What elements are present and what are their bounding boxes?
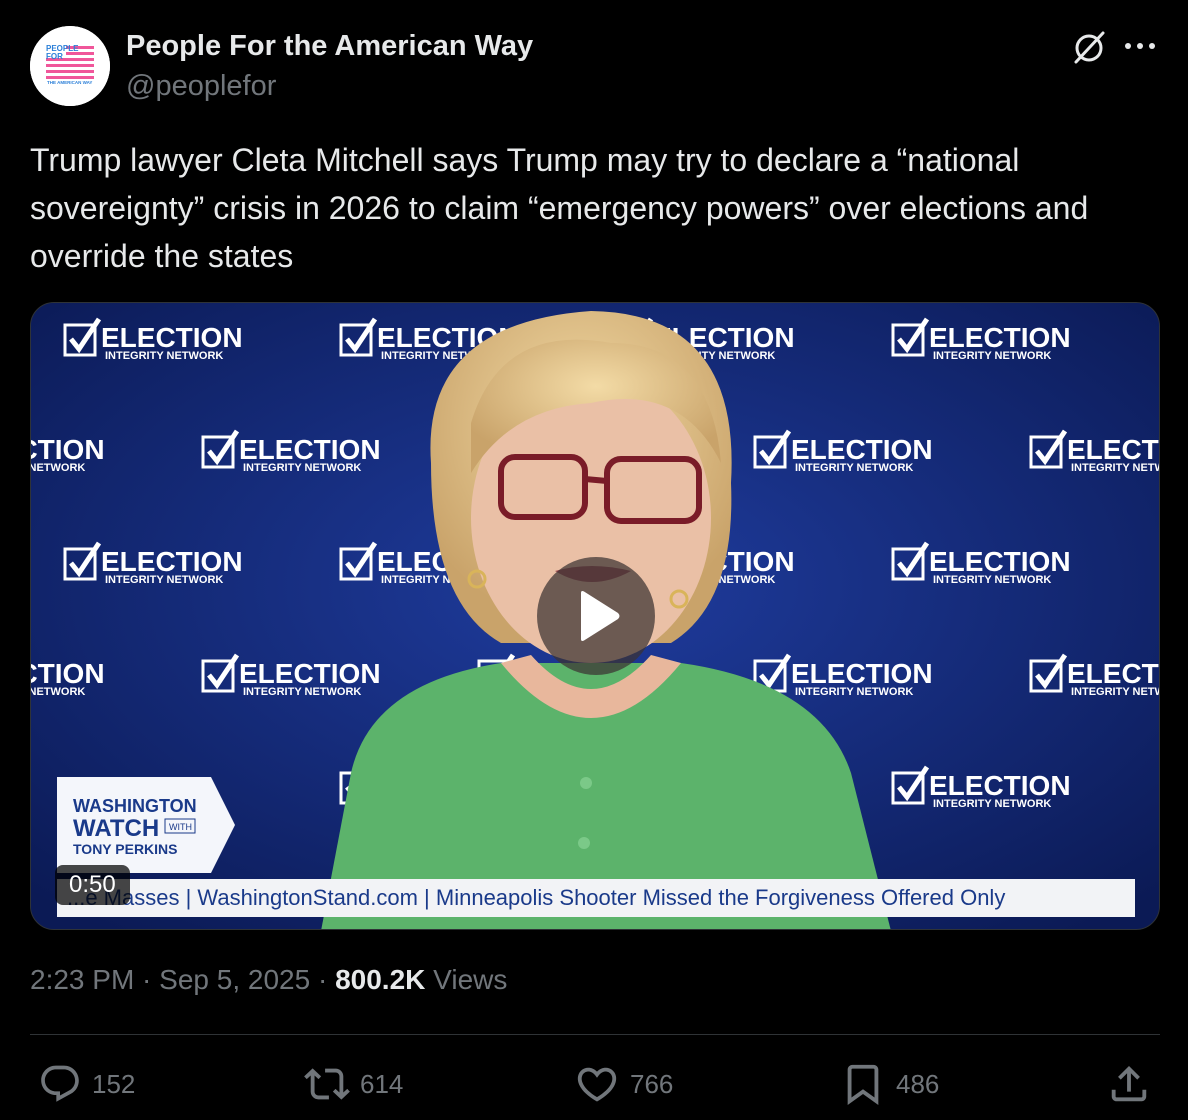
play-button[interactable] (537, 557, 655, 675)
avatar-logo-line-2: FOR (46, 52, 63, 61)
lower-third-title-2: WATCH (73, 815, 159, 842)
share-button[interactable] (1106, 1062, 1152, 1106)
backdrop-logo: ELECTIONINTEGRITY NETWORK (1029, 653, 1160, 698)
backdrop-logo-subtitle: INTEGRITY NETWORK (105, 574, 223, 586)
like-count: 766 (630, 1068, 674, 1099)
backdrop-logo-title: ELECTION (929, 546, 1071, 577)
share-icon (1111, 1065, 1147, 1102)
backdrop-logo-subtitle: INTEGRITY NETWORK (933, 350, 1051, 362)
backdrop-logo-title: ELECTION (791, 658, 933, 689)
views-count: 800.2K (335, 964, 426, 995)
backdrop-logo-subtitle: INTEGRITY NETWORK (1071, 462, 1160, 474)
reply-count: 152 (92, 1068, 136, 1099)
play-icon (581, 591, 620, 641)
backdrop-logo-title: ELECTION (239, 434, 381, 465)
backdrop-logo-title: ELECTION (239, 658, 381, 689)
meta-separator: · (310, 964, 336, 995)
avatar-logo-line-3: THE AMERICAN WAY (47, 80, 92, 85)
grok-icon[interactable] (1070, 28, 1110, 68)
author-handle[interactable]: @peoplefor (126, 70, 276, 103)
author-display-name[interactable]: People For the American Way (126, 30, 533, 63)
more-icon[interactable] (1120, 28, 1160, 68)
tweet-date[interactable]: Sep 5, 2025 (159, 964, 310, 995)
backdrop-logo-subtitle: INTEGRITY NETWORK (243, 686, 361, 698)
lower-third-title-1: WASHINGTON (73, 796, 197, 816)
video-duration: 0:50 (55, 865, 130, 905)
bookmark-button[interactable]: 486 (840, 1062, 939, 1106)
backdrop-logo-title: ELECTION (929, 770, 1071, 801)
avatar[interactable]: PEOPLE FOR THE AMERICAN WAY (30, 26, 110, 106)
backdrop-logo-title: ELECTION (929, 322, 1071, 353)
backdrop-logo-subtitle: INTEGRITY NETWORK (795, 686, 913, 698)
backdrop-logo-subtitle: INTEGRITY NETWORK (1071, 686, 1160, 698)
backdrop-logo-title: ELECTION (791, 434, 933, 465)
lower-third-with: WITH (169, 822, 192, 832)
backdrop-logo-title: ELECTION (31, 434, 105, 465)
tweet-time[interactable]: 2:23 PM (30, 964, 134, 995)
backdrop-logo-title: ELECTION (101, 322, 243, 353)
views-label: Views (433, 964, 508, 995)
reply-icon (41, 1065, 79, 1102)
backdrop-logo-subtitle: INTEGRITY NETWORK (243, 462, 361, 474)
backdrop-logo-title: ELECTION (101, 546, 243, 577)
lower-third-banner: WASHINGTON WATCH WITH TONY PERKINS (57, 777, 235, 873)
backdrop-logo-subtitle: INTEGRITY NETWORK (933, 798, 1051, 810)
avatar-logo: PEOPLE FOR THE AMERICAN WAY (30, 26, 110, 106)
like-button[interactable]: 766 (574, 1062, 673, 1106)
video-player[interactable]: ELECTION INTEGRITY NETWORK ELECTION INTEGRI… (30, 302, 1160, 930)
divider (30, 1034, 1160, 1035)
backdrop-logo-subtitle: INTEGRITY NETWORK (795, 462, 913, 474)
tweet-text: Trump lawyer Cleta Mitchell says Trump m… (30, 142, 1089, 274)
repost-button[interactable]: 614 (304, 1062, 403, 1106)
like-icon (577, 1067, 617, 1102)
backdrop-logo-title: ELECTION (1067, 434, 1160, 465)
ticker-text: ...e Masses | WashingtonStand.com | Minn… (67, 885, 1005, 910)
tweet-header: PEOPLE FOR THE AMERICAN WAY People For t… (30, 26, 1160, 106)
backdrop-logo-subtitle: INTEGRITY NETWORK (105, 350, 223, 362)
bookmark-count: 486 (896, 1068, 940, 1099)
backdrop-logo-subtitle: INTEGRITY NETWORK (933, 574, 1051, 586)
tweet-meta: 2:23 PM · Sep 5, 2025 · 800.2K Views (30, 964, 507, 996)
backdrop-logo-subtitle: INTEGRITY NETWORK (31, 686, 85, 698)
meta-separator: · (134, 964, 160, 995)
repost-icon (304, 1068, 350, 1100)
repost-count: 614 (360, 1068, 404, 1099)
backdrop-logo-title: ELECTION (1067, 658, 1160, 689)
bookmark-icon (847, 1064, 879, 1105)
backdrop-logo-title: ELECTION (31, 658, 105, 689)
news-ticker: ...e Masses | WashingtonStand.com | Minn… (57, 879, 1135, 917)
reply-button[interactable]: 152 (38, 1062, 135, 1106)
backdrop-logo-subtitle: INTEGRITY NETWORK (31, 462, 85, 474)
backdrop-logo: ELECTIONINTEGRITY NETWORK (1029, 429, 1160, 474)
lower-third-host: TONY PERKINS (73, 841, 178, 857)
